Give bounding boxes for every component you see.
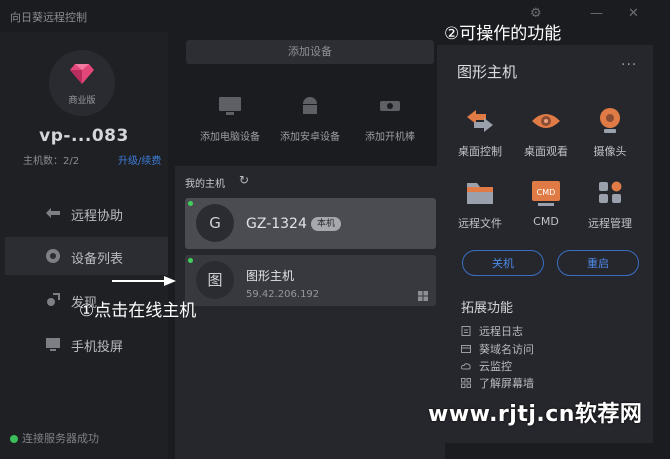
host-ip: 59.42.206.192 xyxy=(246,289,320,300)
manage-icon xyxy=(599,181,622,203)
avatar[interactable]: 商业版 xyxy=(49,50,115,116)
domain-access-link[interactable]: 葵域名访问 xyxy=(461,341,534,357)
log-icon xyxy=(461,326,471,336)
quick-action-label: 添加开机棒 xyxy=(365,132,415,143)
host-avatar: G xyxy=(196,204,234,242)
title-bar: 向日葵远程控制 ⚙ — ✕ xyxy=(0,0,670,32)
desktop-control-button[interactable]: 桌面控制 xyxy=(446,107,514,159)
function-label: CMD xyxy=(533,215,559,228)
arrow-icon xyxy=(112,276,176,286)
camera-icon xyxy=(600,108,620,133)
function-label: 桌面控制 xyxy=(458,145,502,158)
sidebar-item-label: 远程协助 xyxy=(71,209,124,224)
monitor-icon xyxy=(219,97,241,115)
status-text: 连接服务器成功 xyxy=(22,432,99,445)
remote-assist-icon xyxy=(46,208,60,218)
desktop-view-button[interactable]: 桌面观看 xyxy=(512,107,580,159)
cloud-icon xyxy=(461,363,471,370)
remote-log-link[interactable]: 远程日志 xyxy=(461,323,523,339)
username: vp-...083 xyxy=(39,126,129,146)
connection-status: 连接服务器成功 xyxy=(10,430,99,446)
screen-cast-icon xyxy=(46,338,60,351)
grid-icon xyxy=(461,378,471,388)
add-boot-stick-button[interactable]: 添加开机棒 xyxy=(350,96,430,143)
sidebar-item-screen-cast[interactable]: 手机投屏 xyxy=(5,325,168,363)
annotation-step2: ②可操作的功能 xyxy=(444,24,562,44)
minimize-icon[interactable]: — xyxy=(590,6,603,21)
my-hosts-panel: 我的主机 ↻ G GZ-1324 本机 图 图形主机 59.42.206.192 xyxy=(175,166,445,459)
function-label: 远程管理 xyxy=(588,217,632,230)
my-hosts-title: 我的主机 xyxy=(185,179,225,190)
refresh-icon[interactable]: ↻ xyxy=(239,173,249,187)
folder-icon xyxy=(467,183,493,204)
gem-icon xyxy=(70,64,94,84)
online-dot xyxy=(188,201,193,206)
extension-label: 葵域名访问 xyxy=(479,343,534,356)
quick-action-label: 添加安卓设备 xyxy=(280,132,340,143)
panel-title: 图形主机 xyxy=(457,63,518,81)
host-functions-panel: 图形主机 ··· 桌面控制 桌面观看 摄像头 远程文件 CMD CMD 远程管理… xyxy=(437,45,653,443)
remote-manage-button[interactable]: 远程管理 xyxy=(576,179,644,231)
device-list-icon xyxy=(46,249,60,263)
upgrade-link[interactable]: 升级/续费 xyxy=(118,152,161,167)
desktop-control-icon xyxy=(467,110,493,132)
restart-button[interactable]: 重启 xyxy=(557,250,639,276)
host-count: 主机数：2/2 xyxy=(23,156,80,167)
online-dot xyxy=(188,258,193,263)
function-label: 桌面观看 xyxy=(524,145,568,158)
boot-stick-icon xyxy=(380,101,400,111)
sidebar-item-label: 设备列表 xyxy=(71,252,124,267)
add-pc-button[interactable]: 添加电脑设备 xyxy=(190,96,270,143)
host-card-graphics[interactable]: 图 图形主机 59.42.206.192 xyxy=(185,255,436,306)
quick-action-label: 添加电脑设备 xyxy=(200,132,260,143)
screen-wall-link[interactable]: 了解屏幕墙 xyxy=(461,375,534,391)
function-label: 摄像头 xyxy=(593,145,627,158)
cmd-icon-text: CMD xyxy=(537,188,556,197)
domain-icon xyxy=(461,345,471,353)
host-name: GZ-1324 xyxy=(246,216,307,232)
extension-label: 云监控 xyxy=(479,360,512,373)
cloud-monitor-link[interactable]: 云监控 xyxy=(461,358,512,374)
host-name: 图形主机 xyxy=(246,269,295,283)
vip-label: 商业版 xyxy=(68,96,96,106)
cmd-button[interactable]: CMD CMD xyxy=(512,179,580,228)
cmd-icon: CMD xyxy=(532,181,560,206)
local-badge: 本机 xyxy=(311,217,342,231)
remote-files-button[interactable]: 远程文件 xyxy=(446,179,514,231)
extension-label: 远程日志 xyxy=(479,325,523,338)
add-device-button[interactable]: 添加设备 xyxy=(186,40,434,64)
close-icon[interactable]: ✕ xyxy=(628,6,639,21)
extensions-title: 拓展功能 xyxy=(461,301,514,316)
watermark: www.rjtj.cn软荐网 xyxy=(428,402,643,427)
discover-icon xyxy=(47,293,60,306)
android-icon xyxy=(303,97,317,114)
status-dot xyxy=(10,435,18,443)
sidebar-item-label: 手机投屏 xyxy=(71,340,124,355)
host-avatar: 图 xyxy=(196,261,234,299)
eye-icon xyxy=(532,114,560,128)
windows-icon xyxy=(418,291,428,301)
function-label: 远程文件 xyxy=(458,217,502,230)
extension-label: 了解屏幕墙 xyxy=(479,377,534,390)
shutdown-button[interactable]: 关机 xyxy=(462,250,544,276)
sidebar-item-device-list[interactable]: 设备列表 xyxy=(5,237,168,275)
camera-button[interactable]: 摄像头 xyxy=(576,107,644,159)
sidebar-item-remote-assist[interactable]: 远程协助 xyxy=(5,194,168,232)
sidebar: 商业版 vp-...083 主机数：2/2 升级/续费 远程协助 设备列表 发现… xyxy=(0,32,168,459)
host-card-gz-1324[interactable]: G GZ-1324 本机 xyxy=(185,198,436,249)
annotation-step1: ①点击在线主机 xyxy=(79,301,197,321)
more-icon[interactable]: ··· xyxy=(621,57,637,73)
add-android-button[interactable]: 添加安卓设备 xyxy=(270,96,350,143)
app-title: 向日葵远程控制 xyxy=(10,11,87,24)
